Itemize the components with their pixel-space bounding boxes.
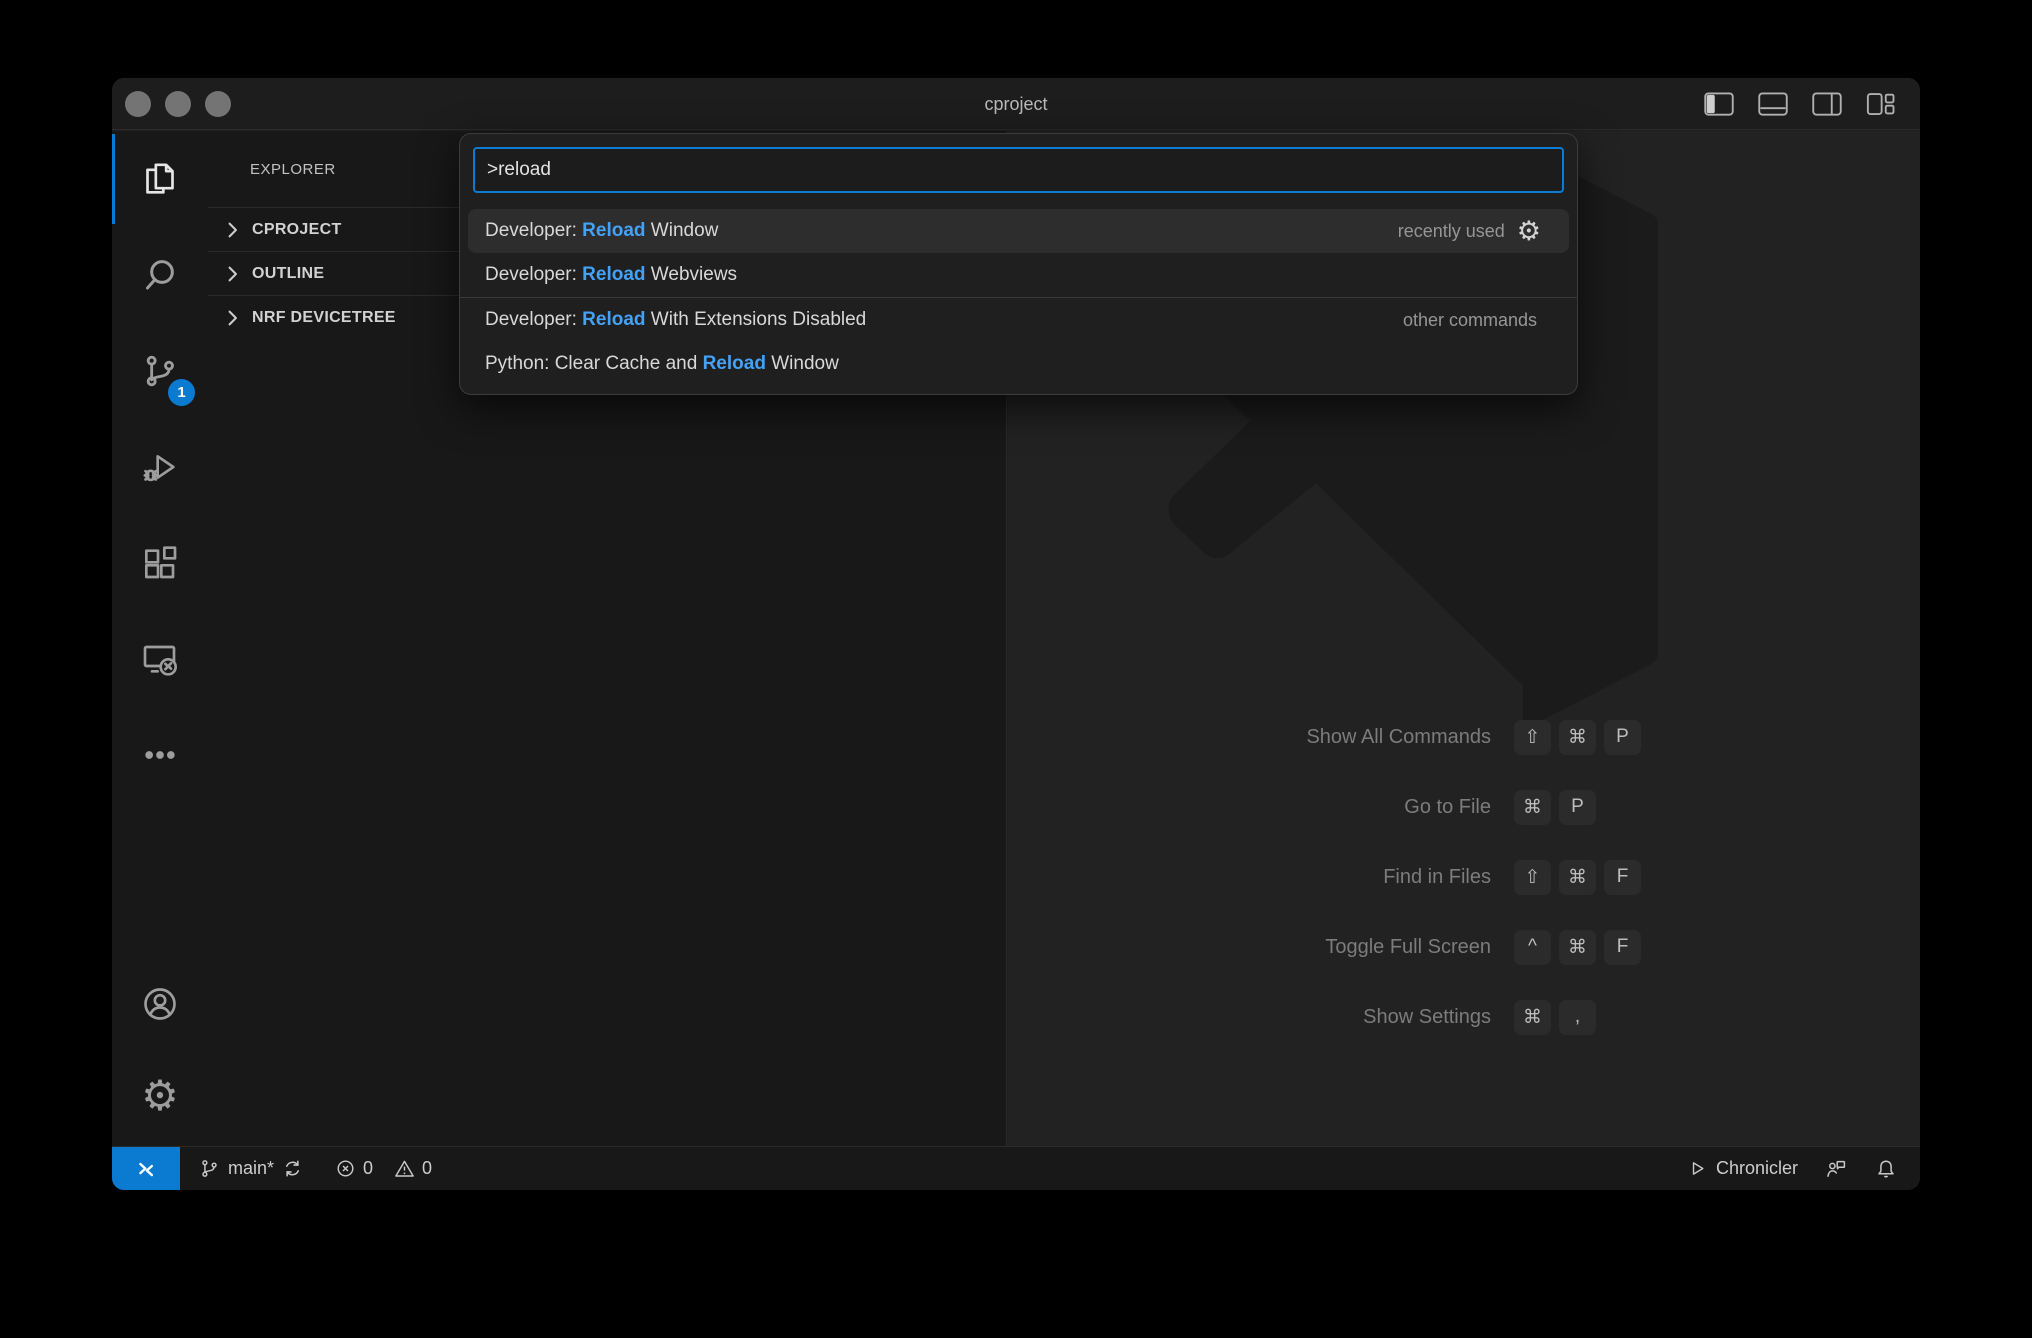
git-branch-icon <box>198 1157 221 1180</box>
traffic-lights <box>125 91 231 117</box>
section-label: CPROJECT <box>252 221 342 239</box>
warning-count: 0 <box>422 1158 432 1179</box>
files-icon <box>140 159 180 199</box>
palette-item-label: Developer: Reload With Extensions Disabl… <box>485 309 866 331</box>
palette-item-meta: recently used <box>1398 221 1505 242</box>
status-bar: main* <box>112 1146 1920 1190</box>
sync-icon <box>281 1157 304 1180</box>
configure-keybinding-gear-icon[interactable]: ⚙ <box>1517 218 1541 245</box>
vscode-window: cproject 1 ⚙ EXPLORER CPROJECTOUTLINENRF… <box>112 78 1920 1190</box>
remote-brackets-icon <box>133 1156 159 1182</box>
activity-bar: 1 ⚙ <box>112 131 208 1146</box>
layout-customize-icon[interactable] <box>1866 92 1896 116</box>
command-palette-input[interactable] <box>473 147 1564 193</box>
activity-item-settings[interactable]: ⚙ <box>112 1050 208 1142</box>
shortcut-keys: ⌘P <box>1514 790 1596 825</box>
shortcut-keys: ⌘, <box>1514 1000 1596 1035</box>
remote-icon <box>140 639 180 679</box>
branch-name: main* <box>228 1158 274 1179</box>
notifications-bell-icon[interactable] <box>1874 1157 1898 1181</box>
gear-icon: ⚙ <box>141 1075 179 1117</box>
zoom-button[interactable] <box>205 91 231 117</box>
minimize-button[interactable] <box>165 91 191 117</box>
palette-item-label: Developer: Reload Window <box>485 220 718 242</box>
section-label: NRF DEVICETREE <box>252 309 396 327</box>
activity-item-search[interactable] <box>112 227 208 323</box>
play-icon <box>1686 1158 1707 1179</box>
keycap: F <box>1604 860 1641 895</box>
debug-icon <box>140 447 180 487</box>
watermark-shortcut-row[interactable]: Show All Commands ⇧⌘P <box>1008 702 1920 772</box>
shortcut-label: Show All Commands <box>1008 726 1491 749</box>
branch-status-item[interactable]: main* <box>198 1157 304 1180</box>
palette-item-label: Developer: Reload Webviews <box>485 264 737 286</box>
layout-sidebar-right-icon[interactable] <box>1812 92 1842 116</box>
command-palette-list: Developer: Reload Windowrecently used⚙De… <box>460 209 1577 386</box>
error-count: 0 <box>363 1158 373 1179</box>
layout-sidebar-left-icon[interactable] <box>1704 92 1734 116</box>
activity-item-source-control[interactable]: 1 <box>112 323 208 419</box>
section-label: OUTLINE <box>252 265 324 283</box>
titlebar: cproject <box>112 78 1920 130</box>
account-icon <box>140 984 180 1024</box>
activity-item-remote-explorer[interactable] <box>112 611 208 707</box>
keycap: P <box>1559 790 1596 825</box>
chevron-right-icon <box>222 219 244 241</box>
keycap: ⌘ <box>1559 720 1596 755</box>
activity-item-explorer[interactable] <box>112 131 208 227</box>
watermark-shortcut-row[interactable]: Go to File ⌘P <box>1008 772 1920 842</box>
layout-controls <box>1704 78 1896 130</box>
keycap: ⌘ <box>1514 790 1551 825</box>
activity-item-extensions[interactable] <box>112 515 208 611</box>
remote-indicator-button[interactable] <box>112 1147 180 1190</box>
palette-item[interactable]: Python: Clear Cache and Reload Window <box>460 342 1577 386</box>
watermark-shortcuts: Show All Commands⇧⌘PGo to File⌘PFind in … <box>1008 702 1920 1052</box>
palette-item[interactable]: Developer: Reload Webviews <box>460 253 1577 297</box>
warning-icon <box>393 1157 416 1180</box>
source-control-badge: 1 <box>168 379 195 406</box>
shortcut-label: Toggle Full Screen <box>1008 936 1491 959</box>
palette-item[interactable]: Developer: Reload Window recently used ⚙ <box>468 209 1569 253</box>
shortcut-keys: ⇧⌘P <box>1514 720 1641 755</box>
chronicler-label: Chronicler <box>1716 1158 1798 1179</box>
keycap: ⇧ <box>1514 720 1551 755</box>
feedback-person-icon[interactable] <box>1824 1157 1848 1181</box>
chronicler-status-item[interactable]: Chronicler <box>1686 1158 1798 1179</box>
keycap: ^ <box>1514 930 1551 965</box>
desktop-background: cproject 1 ⚙ EXPLORER CPROJECTOUTLINENRF… <box>0 0 2032 1338</box>
palette-item[interactable]: Developer: Reload With Extensions Disabl… <box>460 298 1577 342</box>
palette-item-label: Python: Clear Cache and Reload Window <box>485 353 839 375</box>
shortcut-keys: ^⌘F <box>1514 930 1641 965</box>
shortcut-label: Show Settings <box>1008 1006 1491 1029</box>
palette-item-meta: other commands <box>1403 310 1537 331</box>
shortcut-keys: ⇧⌘F <box>1514 860 1641 895</box>
watermark-shortcut-row[interactable]: Toggle Full Screen ^⌘F <box>1008 912 1920 982</box>
activity-item-more-actions[interactable] <box>112 707 208 803</box>
keycap: , <box>1559 1000 1596 1035</box>
watermark-shortcut-row[interactable]: Find in Files ⇧⌘F <box>1008 842 1920 912</box>
chevron-right-icon <box>222 307 244 329</box>
keycap: ⌘ <box>1559 860 1596 895</box>
keycap: ⌘ <box>1514 1000 1551 1035</box>
activity-item-accounts[interactable] <box>112 958 208 1050</box>
keycap: P <box>1604 720 1641 755</box>
chevron-right-icon <box>222 263 244 285</box>
keycap: F <box>1604 930 1641 965</box>
shortcut-label: Go to File <box>1008 796 1491 819</box>
watermark-shortcut-row[interactable]: Show Settings ⌘, <box>1008 982 1920 1052</box>
extensions-icon <box>140 543 180 583</box>
shortcut-label: Find in Files <box>1008 866 1491 889</box>
problems-status-item[interactable]: 0 0 <box>334 1157 432 1180</box>
ellipsis-icon <box>140 735 180 775</box>
layout-panel-icon[interactable] <box>1758 92 1788 116</box>
activity-item-run-debug[interactable] <box>112 419 208 515</box>
error-icon <box>334 1157 357 1180</box>
search-icon <box>140 255 180 295</box>
command-palette: Developer: Reload Windowrecently used⚙De… <box>459 133 1578 395</box>
close-button[interactable] <box>125 91 151 117</box>
window-title: cproject <box>112 78 1920 130</box>
keycap: ⌘ <box>1559 930 1596 965</box>
keycap: ⇧ <box>1514 860 1551 895</box>
